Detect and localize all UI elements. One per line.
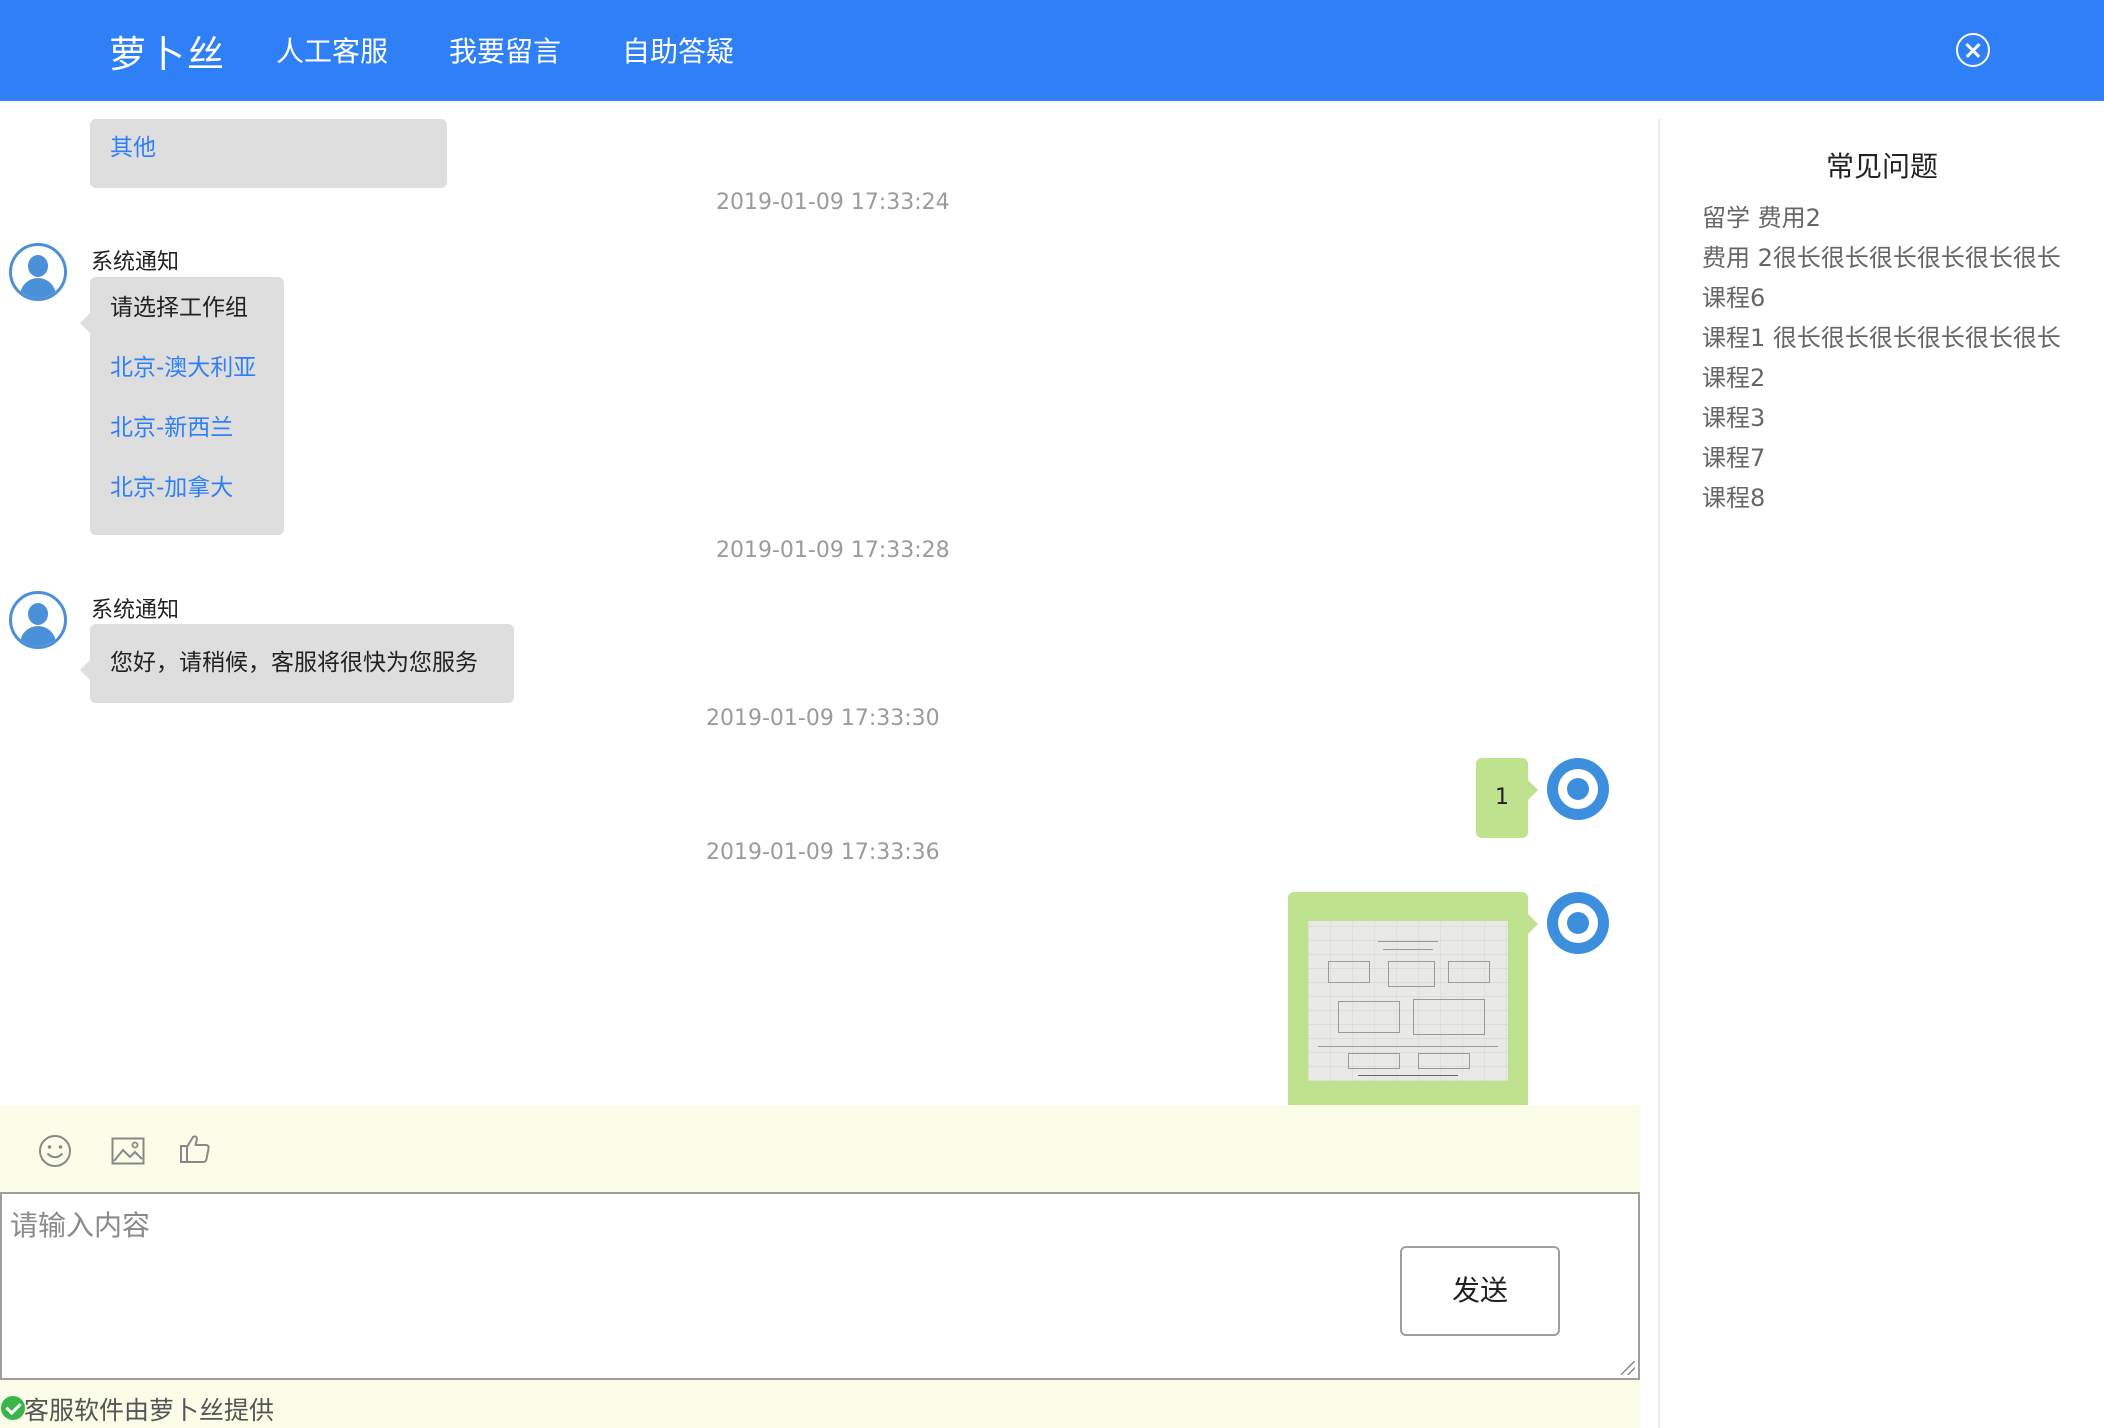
- option-link-canada[interactable]: 北京-加拿大: [110, 477, 233, 500]
- chat-messages[interactable]: 其他 2019-01-09 17:33:24 系统通知 请选择工作组 北京-澳大…: [0, 101, 1660, 1105]
- resize-handle[interactable]: [1621, 1361, 1635, 1375]
- visitor-image-bubble: [1288, 892, 1538, 1105]
- option-link-new-zealand[interactable]: 北京-新西兰: [110, 417, 233, 440]
- check-circle-icon: [1, 1396, 25, 1420]
- faq-item[interactable]: 课程8: [1702, 479, 2082, 517]
- nav-self-help[interactable]: 自助答疑: [622, 30, 734, 70]
- message-bubble-options-partial: 其他: [90, 119, 447, 188]
- message-timestamp: 2019-01-09 17:33:28: [716, 538, 950, 563]
- send-button[interactable]: 发送: [1400, 1246, 1560, 1336]
- faq-item[interactable]: 课程6: [1702, 279, 2082, 317]
- visitor-message-bubble: 1: [1476, 758, 1538, 838]
- close-icon[interactable]: [1956, 33, 1990, 67]
- faq-item[interactable]: 课程2: [1702, 359, 2082, 397]
- faq-item[interactable]: 留学 费用2: [1702, 199, 2082, 237]
- chrome-icon: [1547, 758, 1609, 820]
- faq-item[interactable]: 课程1 很长很长很长很长很长很长很长很长很长很长: [1702, 319, 2082, 357]
- thumbs-up-icon[interactable]: [179, 1133, 211, 1165]
- nav-leave-message[interactable]: 我要留言: [449, 30, 561, 70]
- faq-item[interactable]: 费用 2很长很长很长很长很长很长很长很长很长很长很长很长很长: [1702, 239, 2082, 277]
- faq-sidebar: 常见问题 留学 费用2 费用 2很长很长很长很长很长很长很长很长很长很长很长很长…: [1660, 101, 2104, 1428]
- message-input-placeholder: 请输入内容: [10, 1209, 151, 1242]
- input-toolbar: [0, 1105, 1640, 1192]
- image-icon[interactable]: [111, 1137, 145, 1165]
- nav-human-service[interactable]: 人工客服: [276, 30, 388, 70]
- powered-by-text: 客服软件由萝卜丝提供: [24, 1396, 275, 1425]
- sender-name: 系统通知: [91, 598, 180, 623]
- message-timestamp: 2019-01-09 17:33:30: [706, 706, 940, 731]
- message-text: 您好，请稍候，客服将很快为您服务: [110, 650, 478, 676]
- chrome-icon: [1547, 892, 1609, 954]
- user-avatar-icon: [9, 243, 67, 301]
- option-link-other[interactable]: 其他: [110, 137, 156, 160]
- message-bubble-waiting: 您好，请稍候，客服将很快为您服务: [80, 624, 514, 703]
- message-timestamp: 2019-01-09 17:33:24: [716, 190, 950, 215]
- brand-title: 萝卜丝: [109, 33, 226, 76]
- top-bar: 萝卜丝 人工客服 我要留言 自助答疑: [0, 0, 2104, 101]
- powered-by-footer: 客服软件由萝卜丝提供: [0, 1380, 1640, 1428]
- message-bubble-workgroup: 请选择工作组 北京-澳大利亚 北京-新西兰 北京-加拿大: [80, 277, 284, 535]
- faq-item[interactable]: 课程7: [1702, 439, 2082, 477]
- message-text: 请选择工作组: [110, 295, 248, 321]
- sent-image-thumbnail[interactable]: [1308, 921, 1508, 1081]
- option-link-australia[interactable]: 北京-澳大利亚: [110, 357, 256, 380]
- user-avatar-icon: [9, 591, 67, 649]
- message-text: 1: [1495, 785, 1509, 810]
- faq-title: 常见问题: [1825, 150, 1938, 183]
- message-input[interactable]: 请输入内容: [0, 1192, 1640, 1380]
- smiley-icon[interactable]: [38, 1134, 72, 1168]
- message-timestamp: 2019-01-09 17:33:36: [706, 840, 940, 865]
- sender-name: 系统通知: [91, 250, 180, 275]
- faq-item[interactable]: 课程3: [1702, 399, 2082, 437]
